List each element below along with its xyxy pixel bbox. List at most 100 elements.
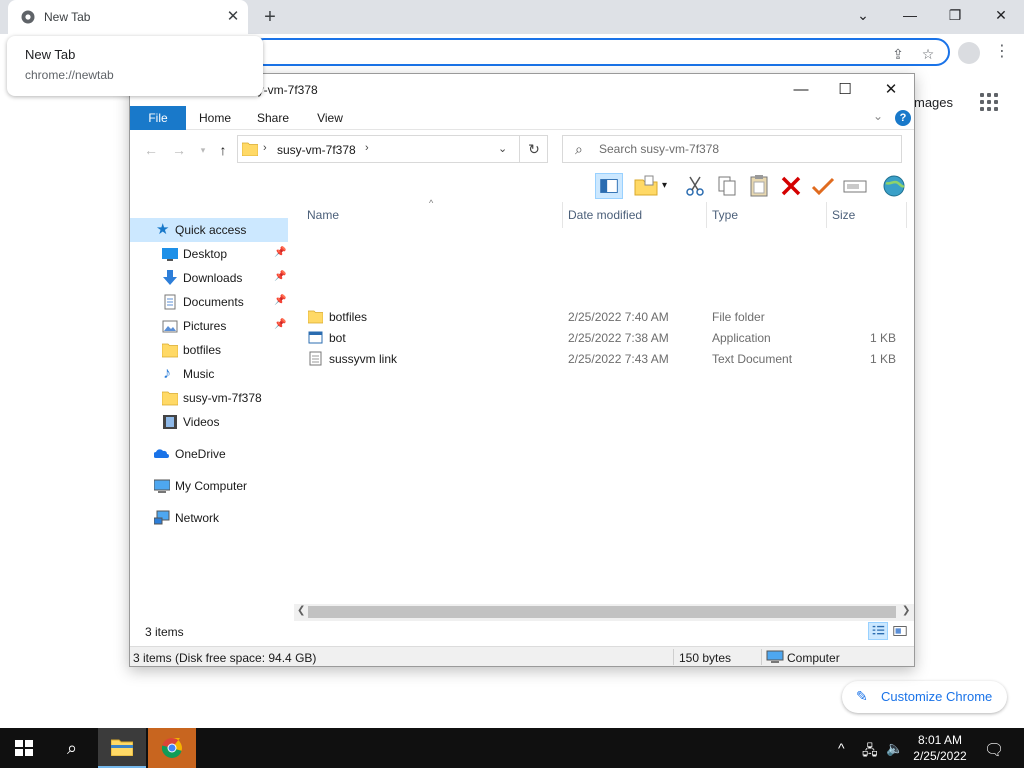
tab-view[interactable]: View: [307, 106, 353, 130]
nav-item-desktop[interactable]: Desktop 📌: [130, 242, 288, 266]
paste-clipboard-icon[interactable]: [745, 173, 773, 199]
delete-x-icon[interactable]: [777, 173, 805, 199]
nav-item-documents[interactable]: Documents 📌: [130, 290, 288, 314]
table-row[interactable]: botfiles 2/25/2022 7:40 AM File folder: [296, 306, 910, 327]
item-count: 3 items: [145, 625, 184, 639]
share-icon[interactable]: ⇪: [888, 44, 908, 64]
close-tab-icon[interactable]: ✕: [224, 8, 242, 26]
column-header-size[interactable]: Size: [832, 208, 855, 228]
check-mark-icon[interactable]: [809, 173, 837, 199]
nav-item-videos[interactable]: Videos: [130, 410, 288, 434]
maximize-button[interactable]: ☐: [830, 78, 860, 102]
new-item-dropdown-icon[interactable]: ▾: [662, 173, 674, 199]
breadcrumb-chevron-icon[interactable]: ›: [263, 142, 267, 154]
file-size: 1 KB: [869, 331, 896, 345]
folder-icon: [242, 142, 258, 156]
back-arrow-icon[interactable]: ←: [142, 142, 160, 158]
nav-item-pictures[interactable]: Pictures 📌: [130, 314, 288, 338]
column-header-type[interactable]: Type: [712, 208, 738, 228]
close-button[interactable]: ✕: [876, 78, 906, 102]
nav-item-botfiles[interactable]: botfiles: [130, 338, 288, 362]
profile-avatar[interactable]: [958, 42, 980, 64]
nav-item-onedrive[interactable]: OneDrive: [130, 442, 288, 466]
new-item-icon[interactable]: [632, 173, 660, 199]
breadcrumb-item[interactable]: susy-vm-7f378: [277, 143, 356, 157]
command-toolbar: ▾: [130, 168, 914, 202]
search-input[interactable]: [599, 140, 889, 158]
pin-icon[interactable]: 📌: [274, 271, 286, 282]
show-hidden-icons-chevron-icon[interactable]: ^: [838, 740, 845, 756]
file-size: 1 KB: [869, 352, 896, 366]
tab-search-chevron-icon[interactable]: ⌄: [848, 4, 878, 26]
taskbar-file-explorer[interactable]: [98, 728, 146, 768]
application-icon: [308, 331, 323, 344]
preview-pane-icon[interactable]: [595, 173, 623, 199]
notifications-icon[interactable]: 🗨: [984, 740, 1004, 760]
omnibox[interactable]: ⇪ ☆: [250, 38, 950, 66]
minimize-button[interactable]: —: [786, 78, 816, 102]
pin-icon[interactable]: 📌: [274, 247, 286, 258]
column-header-date-modified[interactable]: Date modified: [568, 208, 642, 228]
refresh-icon[interactable]: ↻: [519, 135, 548, 163]
nav-item-susy-vm[interactable]: susy-vm-7f378: [130, 386, 288, 410]
volume-icon[interactable]: 🔈: [886, 740, 903, 757]
file-date: 2/25/2022 7:38 AM: [568, 331, 669, 345]
restore-browser-button[interactable]: ❐: [940, 4, 970, 26]
scroll-right-icon[interactable]: ❯: [902, 605, 910, 616]
copy-icon[interactable]: [713, 173, 741, 199]
nav-label: Quick access: [175, 223, 247, 237]
expand-ribbon-chevron-icon[interactable]: ⌄: [873, 109, 883, 123]
large-icons-view-icon[interactable]: [890, 622, 910, 640]
bookmark-star-icon[interactable]: ☆: [918, 44, 938, 64]
folder-icon: [162, 391, 178, 406]
search-box[interactable]: ⌕: [562, 135, 902, 163]
file-name: bot: [329, 331, 346, 345]
nav-item-my-computer[interactable]: My Computer: [130, 474, 288, 498]
pin-icon[interactable]: 📌: [274, 319, 286, 330]
nav-item-music[interactable]: ♪ Music: [130, 362, 288, 386]
minimize-browser-button[interactable]: —: [895, 4, 925, 26]
address-bar[interactable]: › susy-vm-7f378 › ⌄: [237, 135, 548, 163]
cut-scissors-icon[interactable]: [681, 173, 709, 199]
search-icon[interactable]: ⌕: [60, 728, 84, 768]
scrollbar-thumb[interactable]: [308, 606, 896, 618]
table-row[interactable]: bot 2/25/2022 7:38 AM Application 1 KB: [296, 327, 910, 348]
nav-label: OneDrive: [175, 447, 226, 461]
tab-file[interactable]: File: [130, 106, 186, 130]
file-date: 2/25/2022 7:40 AM: [568, 310, 669, 324]
taskbar-chrome[interactable]: [148, 728, 196, 768]
rename-icon[interactable]: [841, 173, 869, 199]
up-arrow-icon[interactable]: ↑: [214, 142, 232, 158]
google-apps-icon[interactable]: [980, 93, 1000, 113]
windows-taskbar: ⌕ ^ 🖧 🔈 8:01 AM 2/25/2022 🗨: [0, 728, 1024, 768]
nav-item-quick-access[interactable]: ★ Quick access: [130, 218, 288, 242]
chrome-favicon-icon: [21, 10, 35, 24]
table-row[interactable]: sussyvm link 2/25/2022 7:43 AM Text Docume…: [296, 348, 910, 369]
downloads-arrow-icon: [163, 270, 177, 285]
windows-start-icon[interactable]: [14, 728, 34, 768]
recent-locations-chevron-icon[interactable]: ▾: [194, 142, 212, 158]
chrome-menu-icon[interactable]: ⋮: [994, 42, 1010, 62]
tab-home[interactable]: Home: [192, 106, 238, 130]
details-view-icon[interactable]: [868, 622, 888, 640]
column-header-name[interactable]: Name: [307, 208, 339, 228]
computer-icon: [154, 479, 170, 493]
breadcrumb-chevron-icon[interactable]: ›: [365, 142, 369, 154]
pin-icon[interactable]: 📌: [274, 295, 286, 306]
chrome-tab-new-tab[interactable]: New Tab ✕: [8, 0, 248, 34]
horizontal-scrollbar[interactable]: ❮ ❯: [294, 604, 914, 621]
close-browser-button[interactable]: ✕: [986, 4, 1016, 26]
help-icon[interactable]: ?: [895, 110, 911, 126]
nav-item-downloads[interactable]: Downloads 📌: [130, 266, 288, 290]
nav-item-network[interactable]: Network: [130, 506, 288, 530]
forward-arrow-icon[interactable]: →: [170, 142, 188, 158]
globe-icon[interactable]: [880, 173, 908, 199]
customize-chrome-button[interactable]: ✎ Customize Chrome: [842, 681, 1007, 713]
network-status-icon[interactable]: 🖧: [862, 740, 878, 764]
tab-share[interactable]: Share: [250, 106, 296, 130]
taskbar-clock[interactable]: 8:01 AM 2/25/2022: [906, 732, 974, 764]
images-link[interactable]: mages: [914, 95, 953, 110]
address-dropdown-chevron-icon[interactable]: ⌄: [498, 142, 507, 155]
new-tab-button[interactable]: +: [260, 6, 280, 28]
scroll-left-icon[interactable]: ❮: [297, 605, 305, 616]
